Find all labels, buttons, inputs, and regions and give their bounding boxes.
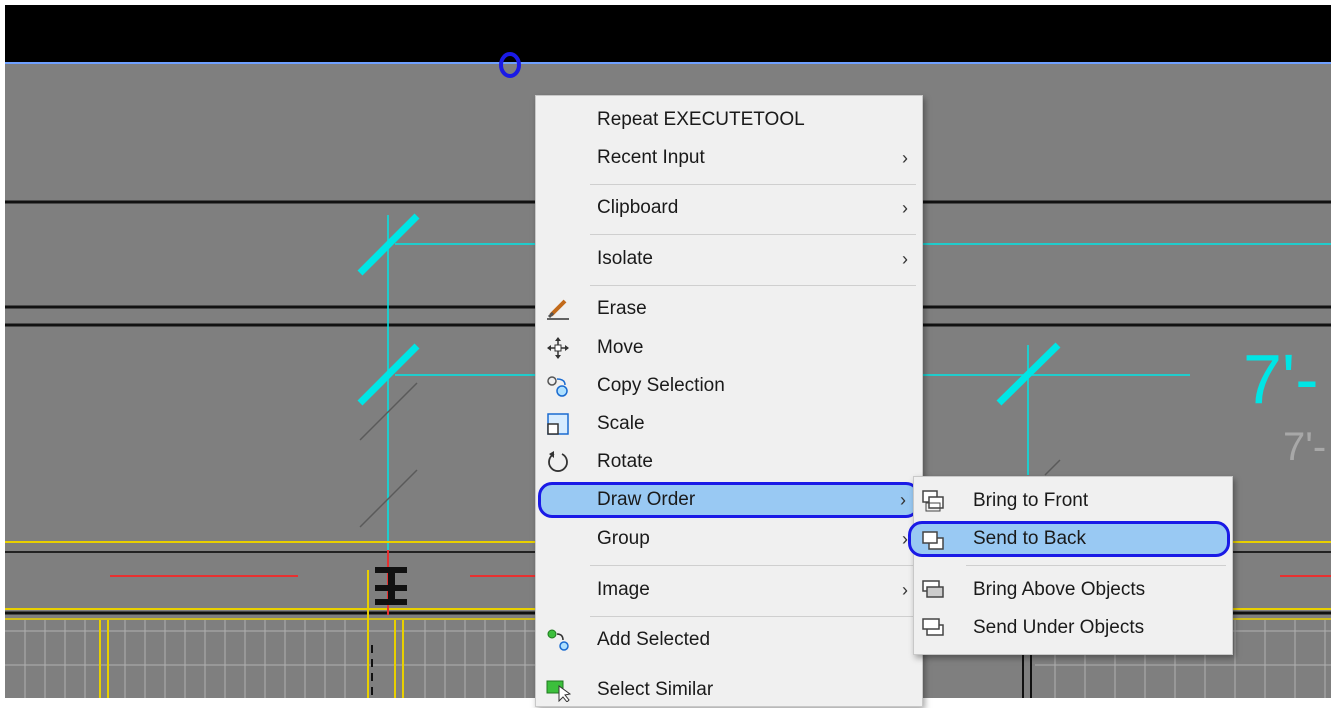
bring-to-front-icon [922, 490, 944, 512]
menu-item-label: Move [597, 337, 644, 358]
menu-item-copy-selection[interactable]: Copy Selection [536, 368, 922, 404]
menu-item-label: Rotate [597, 451, 653, 472]
menu-item-repeat-executetool[interactable]: Repeat EXECUTETOOL [536, 102, 922, 138]
menu-separator [590, 184, 916, 185]
dimension-text-small: 7'- [1283, 425, 1326, 469]
chevron-right-icon: › [902, 147, 908, 168]
menu-item-isolate[interactable]: Isolate › [536, 241, 922, 277]
menu-item-bring-above-objects[interactable]: Bring Above Objects [914, 572, 1232, 608]
menu-item-label: Scale [597, 413, 645, 434]
menu-separator [590, 616, 916, 617]
move-icon [547, 337, 569, 359]
scale-icon [547, 413, 569, 435]
menu-item-label: Repeat EXECUTETOOL [597, 109, 805, 130]
hatch-line [1044, 459, 1061, 476]
chevron-right-icon: › [902, 197, 908, 218]
menu-item-label: Select Similar [597, 679, 714, 700]
menu-separator [966, 565, 1226, 566]
grip-circle [499, 52, 521, 78]
menu-item-group[interactable]: Group › [536, 521, 922, 557]
menu-item-erase[interactable]: Erase [536, 291, 922, 327]
chevron-right-icon: › [902, 248, 908, 269]
send-to-back-icon [922, 531, 944, 550]
beam-symbol [375, 599, 407, 605]
menu-item-label: Send Under Objects [973, 617, 1145, 638]
menu-item-select-similar[interactable]: Select Similar [536, 672, 922, 708]
menu-separator [590, 285, 916, 286]
menu-item-label: Send to Back [973, 528, 1087, 549]
erase-icon [547, 299, 569, 320]
menu-item-image[interactable]: Image › [536, 572, 922, 608]
bring-above-objects-icon [922, 580, 944, 598]
menu-item-rotate[interactable]: Rotate [536, 444, 922, 480]
menu-item-label: Draw Order [597, 489, 696, 510]
menu-item-label: Group [597, 528, 650, 549]
menu-item-label: Bring to Front [973, 490, 1089, 511]
menu-item-label: Add Selected [597, 629, 711, 650]
dimension-text-large: 7'- [1243, 340, 1319, 418]
menu-item-move[interactable]: Move [536, 330, 922, 366]
menu-separator [590, 565, 916, 566]
context-menu: Repeat EXECUTETOOL Recent Input › Clipbo… [535, 95, 923, 707]
menu-item-bring-to-front[interactable]: Bring to Front [914, 483, 1232, 519]
menu-item-label: Isolate [597, 248, 653, 269]
menu-item-scale[interactable]: Scale [536, 406, 922, 442]
beam-symbol [375, 585, 407, 591]
menu-item-label: Bring Above Objects [973, 579, 1146, 600]
menu-separator [590, 234, 916, 235]
menu-item-label: Image [597, 579, 650, 600]
select-similar-icon [546, 680, 571, 702]
rotate-icon [548, 451, 568, 472]
menu-item-label: Clipboard [597, 197, 679, 218]
send-under-objects-icon [922, 618, 944, 636]
menu-item-recent-input[interactable]: Recent Input › [536, 140, 922, 176]
menu-item-label: Erase [597, 298, 647, 319]
chevron-right-icon: › [900, 489, 906, 510]
menu-item-label: Copy Selection [597, 375, 725, 396]
copy-selection-icon [547, 376, 568, 397]
menu-item-clipboard[interactable]: Clipboard › [536, 190, 922, 226]
draw-order-submenu: Bring to Front Send to Back Bring Above … [908, 476, 1233, 655]
menu-item-add-selected[interactable]: Add Selected [536, 622, 922, 658]
menu-item-send-to-back[interactable]: Send to Back [908, 521, 1230, 557]
menu-item-draw-order[interactable]: Draw Order › [538, 482, 920, 518]
chevron-right-icon: › [902, 579, 908, 600]
add-selected-icon [547, 629, 569, 651]
menu-item-send-under-objects[interactable]: Send Under Objects [914, 610, 1232, 646]
menu-item-label: Recent Input [597, 147, 705, 168]
